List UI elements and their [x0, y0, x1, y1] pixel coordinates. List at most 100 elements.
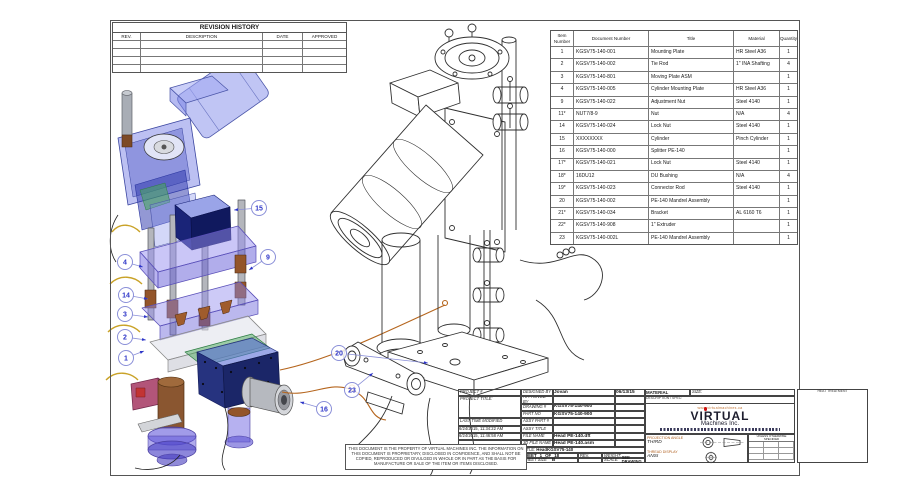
- bom-cell: [734, 146, 780, 157]
- bom-cell: [734, 233, 780, 244]
- bom-cell: XXXXXXXX: [574, 134, 649, 145]
- bom-cell: N/A: [734, 109, 780, 120]
- title-block-cell: KGSV75-140-900: [553, 404, 615, 411]
- bom-cell: KGSV75-140-024: [574, 121, 649, 132]
- bom-header-row: Item NumberDocument NumberTitleMaterialQ…: [551, 31, 797, 47]
- last-modified-value-2: 6/24/2015, 11:46:58 AM: [458, 433, 521, 440]
- bom-cell: 11*: [551, 109, 574, 120]
- revision-cell: [303, 49, 346, 56]
- revision-cell: [263, 49, 303, 56]
- size-cell: SIZE:: [690, 389, 795, 396]
- bom-cell: 1: [780, 121, 797, 132]
- bom-row: 11*NUT7/8-9NutN/A4: [551, 109, 797, 121]
- revision-row: [113, 57, 346, 65]
- bom-cell: 4: [551, 84, 574, 95]
- title-block-cell: [553, 396, 615, 403]
- title-block-cell: Head PE-140.dft: [553, 433, 615, 440]
- bom-cell: 19*: [551, 183, 574, 194]
- bom-row: 17*KGSV75-140-021Lock NutSteel 41401: [551, 159, 797, 171]
- company-tagline: [660, 428, 780, 431]
- title-block-cell: DESIGNED BY: [521, 389, 553, 396]
- bom-cell: DU Bushing: [649, 171, 734, 182]
- scale-cell: SCALE: SEE DRAWING: [602, 458, 645, 463]
- scale-value: SEE DRAWING: [622, 456, 644, 466]
- bom-cell: KGSV75-140-002: [574, 196, 649, 207]
- bom-col-header: Document Number: [574, 31, 649, 46]
- title-block-cell: [615, 433, 645, 440]
- title-block-cell: DRAWING #: [521, 404, 553, 411]
- bom-cell: Bracket: [649, 208, 734, 219]
- bom-row: 18*16DU12DU BushingN/A4: [551, 171, 797, 183]
- bom-row: 2KGSV75-140-002Tie Rod1" INA Shafting4: [551, 59, 797, 71]
- material-label: MATERIAL: [646, 390, 668, 395]
- bom-cell: 1: [780, 47, 797, 58]
- bom-cell: [734, 220, 780, 231]
- bom-cell: KGSV75-140-908: [574, 220, 649, 231]
- bom-cell: 3: [551, 72, 574, 83]
- disclaimer-note: THIS DOCUMENT IS THE PROPERTY OF VIRTUAL…: [345, 444, 527, 470]
- revision-cell: [113, 65, 141, 72]
- revision-col-header: DATE: [263, 33, 303, 40]
- bom-row: 14KGSV75-140-024Lock NutSteel 41401: [551, 121, 797, 133]
- bom-cell: Steel 4140: [734, 159, 780, 170]
- bom-row: 1KGSV75-140-001Mounting PlateHR Steel A3…: [551, 47, 797, 59]
- revision-cell: [141, 57, 263, 64]
- heat-treatment-label: HEAT TREATMENT: [798, 390, 867, 394]
- project-title-cell: PROJECT TITLE:: [458, 396, 521, 418]
- bom-cell: 4: [780, 59, 797, 70]
- title-block-cell: ASSY PART #: [521, 418, 553, 425]
- description-spec-label: DESCRIPTION / SPEC:: [646, 396, 682, 400]
- revision-cell: [113, 57, 141, 64]
- revision-cell: [141, 49, 263, 56]
- bom-row: 16KGSV75-140-000Splitter PE-1401: [551, 146, 797, 158]
- revision-cell: [303, 57, 346, 64]
- tolerance-grid: [749, 441, 794, 460]
- bom-cell: Lock Nut: [649, 159, 734, 170]
- bom-cell: N/A: [734, 171, 780, 182]
- revision-history-title: REVISION HISTORY: [113, 23, 346, 33]
- bom-cell: Moving Plate ASM: [649, 72, 734, 83]
- bom-cell: Cylinder Mounting Plate: [649, 84, 734, 95]
- revision-row: [113, 65, 346, 72]
- bom-row: 4KGSV75-140-005Cylinder Mounting PlateHR…: [551, 84, 797, 96]
- bom-cell: 1: [780, 208, 797, 219]
- bom-cell: HR Steel A36: [734, 84, 780, 95]
- material-cell: MATERIAL: [645, 389, 690, 396]
- bom-cell: 14: [551, 121, 574, 132]
- title-block-cell: [615, 396, 645, 403]
- title-block-cell: KGSV75-140-900: [553, 411, 615, 418]
- title-block-cell: FILE NAME: [521, 433, 553, 440]
- bom-cell: KGSV75-140-000: [574, 146, 649, 157]
- revision-row: [113, 41, 346, 49]
- sheet-size-cell: SHEET SIZE B: [521, 458, 578, 463]
- bom-cell: PE-140 Mandrel Assembly: [649, 196, 734, 207]
- revision-row: [113, 49, 346, 57]
- sheet-size-value: B: [552, 458, 555, 464]
- bom-cell: Lock Nut: [649, 121, 734, 132]
- bom-rows: 1KGSV75-140-001Mounting PlateHR Steel A3…: [551, 47, 797, 244]
- bom-cell: 18*: [551, 171, 574, 182]
- rev-value-cell: [578, 458, 602, 463]
- bom-cell: Adjustment Nut: [649, 97, 734, 108]
- revision-history-table: REVISION HISTORY REV.DESCRIPTIONDATEAPPR…: [112, 22, 347, 73]
- revision-header-row: REV.DESCRIPTIONDATEAPPROVED: [113, 33, 346, 41]
- title-block-row: DRAWING #KGSV75-140-900: [521, 404, 645, 411]
- title-block-cell: Jovan: [553, 389, 615, 396]
- revision-cell: [263, 41, 303, 48]
- bom-cell: 1: [780, 146, 797, 157]
- bom-cell: KGSV75-140-023: [574, 183, 649, 194]
- bom-cell: 21*: [551, 208, 574, 219]
- title-block-cell: [615, 404, 645, 411]
- company-logo: www.virtualmachines.ca VIRTUAL Machines …: [645, 403, 795, 434]
- bom-cell: KGSV75-140-005: [574, 84, 649, 95]
- bom-cell: HR Steel A36: [734, 47, 780, 58]
- tolerance-box: UNLESS OTHERWISE SPECIFIED: [748, 434, 795, 463]
- projection-area: PROJECTION ANGLE THIRD THREAD DISPLAY AN…: [645, 434, 748, 463]
- bom-cell: Steel 4140: [734, 97, 780, 108]
- scale-label: SCALE:: [603, 458, 620, 463]
- bom-col-header: Title: [649, 31, 734, 46]
- bom-row: 23KGSV75-140-002LPE-140 Mandrel Assembly…: [551, 233, 797, 244]
- engineering-drawing-sheet: { "revision_table": { "title": "REVISION…: [0, 0, 900, 498]
- bom-cell: 20: [551, 196, 574, 207]
- bom-cell: KGSV75-140-022: [574, 97, 649, 108]
